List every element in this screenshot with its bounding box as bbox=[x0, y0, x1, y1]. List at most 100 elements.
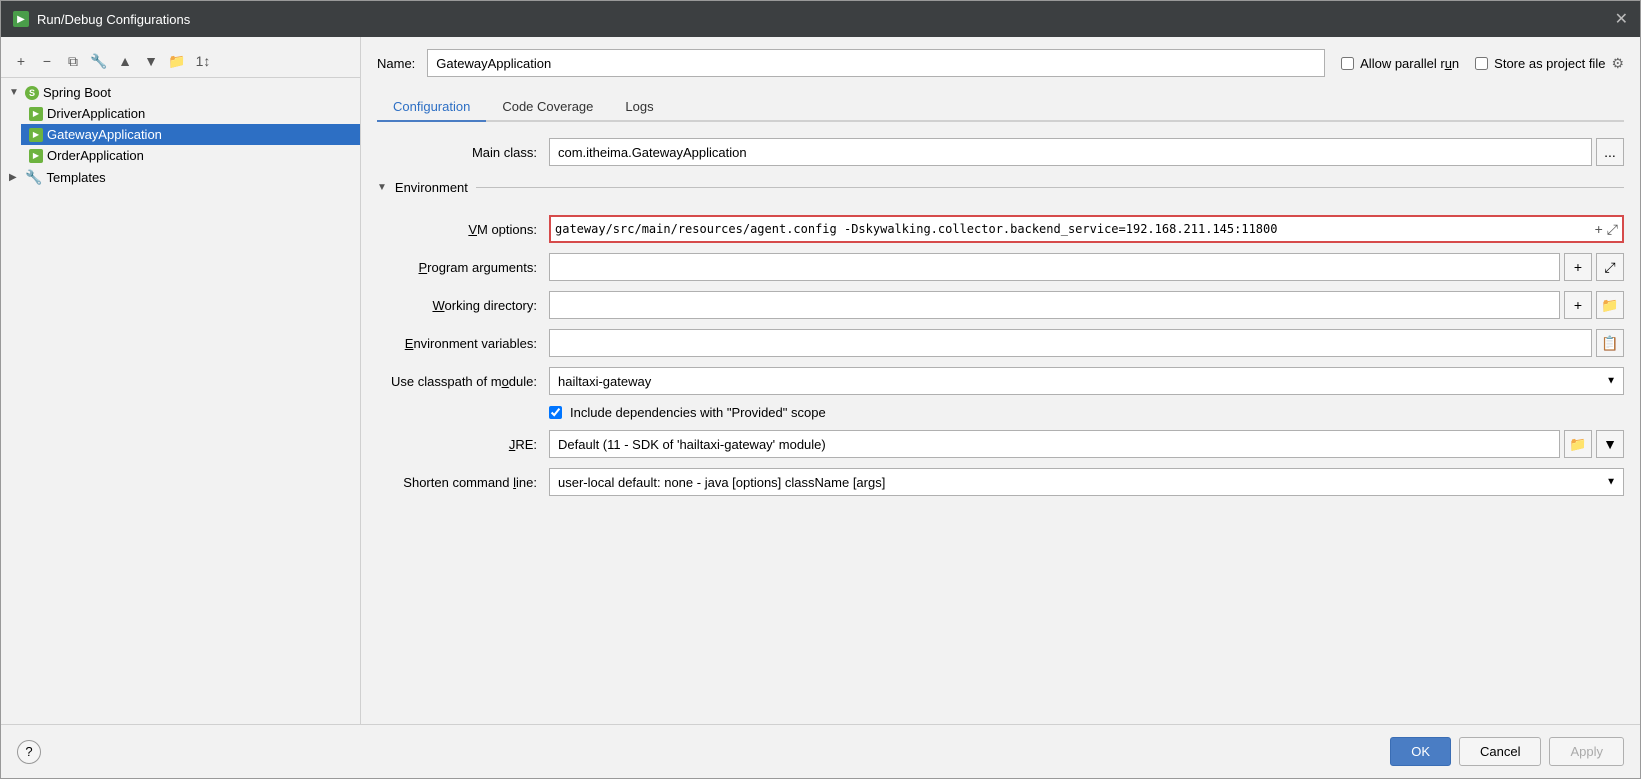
classpath-select-wrapper: hailtaxi-gateway ▼ bbox=[549, 367, 1624, 395]
driver-app-icon: ▶ bbox=[29, 107, 43, 121]
shorten-cmd-select-wrapper: user-local default: none - java [options… bbox=[549, 468, 1624, 496]
working-directory-group: + 📁 bbox=[549, 291, 1624, 319]
add-config-button[interactable]: + bbox=[9, 49, 33, 73]
environment-section-title: Environment bbox=[395, 180, 468, 195]
sort-button[interactable]: 1↕ bbox=[191, 49, 215, 73]
vm-options-box: + ⤢ bbox=[549, 215, 1624, 243]
order-app-icon: ▶ bbox=[29, 149, 43, 163]
include-deps-checkbox[interactable] bbox=[549, 406, 562, 419]
name-label: Name: bbox=[377, 56, 415, 71]
vm-options-actions: + ⤢ bbox=[1591, 221, 1618, 238]
main-class-row: Main class: ... bbox=[377, 138, 1624, 166]
driver-application-item[interactable]: ▶ DriverApplication bbox=[21, 103, 360, 124]
classpath-select[interactable]: hailtaxi-gateway bbox=[549, 367, 1624, 395]
configuration-form: Main class: ... ▼ Environment VM options bbox=[377, 138, 1624, 496]
classpath-row: Use classpath of module: hailtaxi-gatewa… bbox=[377, 367, 1624, 395]
order-application-label: OrderApplication bbox=[47, 148, 144, 163]
vm-options-input[interactable] bbox=[555, 222, 1591, 236]
spring-boot-label: Spring Boot bbox=[43, 85, 111, 100]
allow-parallel-run-checkbox[interactable] bbox=[1341, 57, 1354, 70]
folder-button[interactable]: 📁 bbox=[165, 49, 189, 73]
include-deps-row: Include dependencies with "Provided" sco… bbox=[377, 405, 1624, 420]
settings-config-button[interactable]: 🔧 bbox=[87, 49, 111, 73]
move-up-button[interactable]: ▲ bbox=[113, 49, 137, 73]
program-arguments-row: Program arguments: + ⤢ bbox=[377, 253, 1624, 281]
store-as-project-label: Store as project file bbox=[1494, 56, 1605, 71]
gateway-application-item[interactable]: ▶ GatewayApplication bbox=[21, 124, 360, 145]
header-right: Allow parallel run Store as project file… bbox=[1341, 55, 1624, 72]
store-as-project-checkbox[interactable] bbox=[1475, 57, 1488, 70]
name-row: Name: Allow parallel run Store as projec… bbox=[377, 49, 1624, 77]
vm-options-add-button[interactable]: + bbox=[1595, 221, 1603, 237]
env-variables-label: Environment variables: bbox=[377, 336, 537, 351]
env-variables-row: Environment variables: 📋 bbox=[377, 329, 1624, 357]
templates-group[interactable]: ▶ 🔧 Templates bbox=[1, 166, 360, 189]
main-class-input[interactable] bbox=[549, 138, 1592, 166]
spring-boot-chevron: ▼ bbox=[9, 87, 21, 98]
store-settings-gear-icon[interactable]: ⚙ bbox=[1611, 55, 1624, 72]
templates-label: Templates bbox=[46, 170, 105, 185]
bottom-left: ? bbox=[17, 740, 41, 764]
jre-label: JRE: bbox=[377, 437, 537, 452]
jre-group: 📁 ▼ bbox=[549, 430, 1624, 458]
tab-logs[interactable]: Logs bbox=[609, 93, 669, 122]
program-arguments-add-button[interactable]: + bbox=[1564, 253, 1592, 281]
name-input[interactable] bbox=[427, 49, 1325, 77]
dialog-icon: ▶ bbox=[13, 11, 29, 27]
shorten-cmd-select[interactable]: user-local default: none - java [options… bbox=[549, 468, 1624, 496]
store-as-project-row: Store as project file ⚙ bbox=[1475, 55, 1624, 72]
ok-button[interactable]: OK bbox=[1390, 737, 1451, 766]
working-directory-browse-button[interactable]: 📁 bbox=[1596, 291, 1624, 319]
jre-row: JRE: 📁 ▼ bbox=[377, 430, 1624, 458]
jre-browse-button[interactable]: 📁 bbox=[1564, 430, 1592, 458]
program-arguments-group: + ⤢ bbox=[549, 253, 1624, 281]
jre-input[interactable] bbox=[549, 430, 1560, 458]
gateway-application-label: GatewayApplication bbox=[47, 127, 162, 142]
working-directory-label: Working directory: bbox=[377, 298, 537, 313]
jre-dropdown-button[interactable]: ▼ bbox=[1596, 430, 1624, 458]
templates-icon: 🔧 bbox=[25, 169, 42, 186]
driver-application-label: DriverApplication bbox=[47, 106, 145, 121]
allow-parallel-run-label: Allow parallel run bbox=[1360, 56, 1459, 71]
bottom-right: OK Cancel Apply bbox=[1390, 737, 1624, 766]
shorten-cmd-row: Shorten command line: user-local default… bbox=[377, 468, 1624, 496]
bottom-bar: ? OK Cancel Apply bbox=[1, 724, 1640, 778]
vm-options-label: VM options: bbox=[377, 222, 537, 237]
title-bar-left: ▶ Run/Debug Configurations bbox=[13, 11, 190, 27]
order-application-item[interactable]: ▶ OrderApplication bbox=[21, 145, 360, 166]
spring-boot-group[interactable]: ▼ S Spring Boot bbox=[1, 82, 360, 103]
shorten-cmd-label: Shorten command line: bbox=[377, 475, 537, 490]
cancel-button[interactable]: Cancel bbox=[1459, 737, 1541, 766]
working-directory-add-button[interactable]: + bbox=[1564, 291, 1592, 319]
tab-configuration[interactable]: Configuration bbox=[377, 93, 486, 122]
main-content: + − ⧉ 🔧 ▲ ▼ 📁 1↕ ▼ S Spring Boot ▶ bbox=[1, 37, 1640, 724]
move-down-button[interactable]: ▼ bbox=[139, 49, 163, 73]
sidebar-toolbar: + − ⧉ 🔧 ▲ ▼ 📁 1↕ bbox=[1, 45, 360, 78]
close-button[interactable]: ✕ bbox=[1615, 9, 1628, 29]
env-variables-group: 📋 bbox=[549, 329, 1624, 357]
program-arguments-label: Program arguments: bbox=[377, 260, 537, 275]
name-section: Name: bbox=[377, 49, 1325, 77]
apply-button[interactable]: Apply bbox=[1549, 737, 1624, 766]
working-directory-input[interactable] bbox=[549, 291, 1560, 319]
run-debug-dialog: ▶ Run/Debug Configurations ✕ + − ⧉ 🔧 ▲ ▼… bbox=[0, 0, 1641, 779]
vm-options-row: VM options: + ⤢ bbox=[377, 215, 1624, 243]
title-bar: ▶ Run/Debug Configurations ✕ bbox=[1, 1, 1640, 37]
main-class-label: Main class: bbox=[377, 145, 537, 160]
include-deps-label: Include dependencies with "Provided" sco… bbox=[570, 405, 826, 420]
main-class-browse-button[interactable]: ... bbox=[1596, 138, 1624, 166]
templates-chevron: ▶ bbox=[9, 172, 21, 183]
vm-options-expand-button[interactable]: ⤢ bbox=[1607, 221, 1618, 238]
tab-code-coverage[interactable]: Code Coverage bbox=[486, 93, 609, 122]
program-arguments-input[interactable] bbox=[549, 253, 1560, 281]
remove-config-button[interactable]: − bbox=[35, 49, 59, 73]
copy-config-button[interactable]: ⧉ bbox=[61, 49, 85, 73]
help-button[interactable]: ? bbox=[17, 740, 41, 764]
env-variables-input[interactable] bbox=[549, 329, 1592, 357]
program-arguments-expand-button[interactable]: ⤢ bbox=[1596, 253, 1624, 281]
spring-boot-children: ▶ DriverApplication ▶ GatewayApplication… bbox=[1, 103, 360, 166]
environment-collapse-button[interactable]: ▼ bbox=[377, 182, 387, 193]
env-variables-edit-button[interactable]: 📋 bbox=[1596, 329, 1624, 357]
tabs: Configuration Code Coverage Logs bbox=[377, 93, 1624, 122]
spring-boot-icon: S bbox=[25, 86, 39, 100]
